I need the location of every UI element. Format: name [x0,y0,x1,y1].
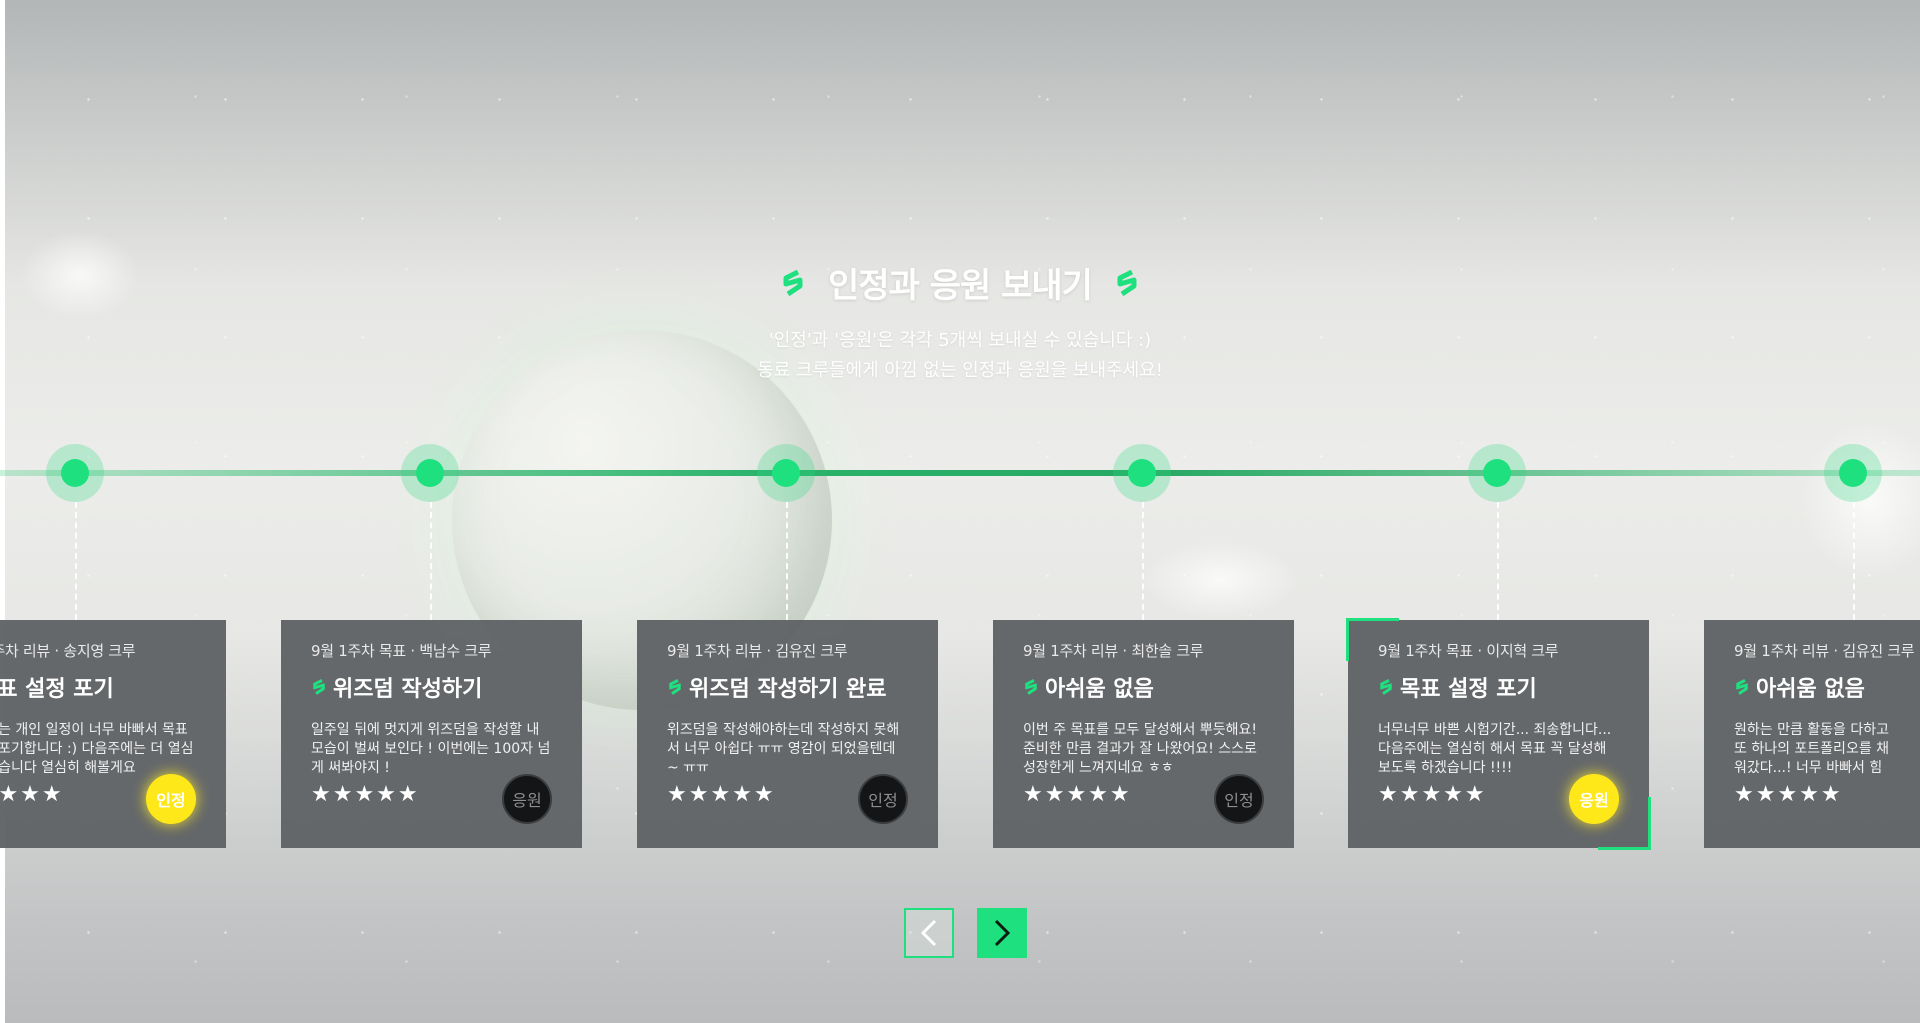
timeline-connector [1853,502,1855,620]
cloud-decoration [1140,540,1300,620]
section-title-row: 인정과 응원 보내기 [0,258,1920,307]
timeline-node [401,444,459,502]
card-meta: 9월 1주차 리뷰 · 최한솔 크루 [1023,642,1204,660]
next-button[interactable] [977,908,1027,958]
timeline-connector [75,502,77,620]
subtitle-line-1: '인정'과 '응원'은 각각 5개씩 보내실 수 있습니다 :) [768,330,1152,351]
timeline-node [46,444,104,502]
chevron-left-icon [920,919,937,947]
recognize-badge-button[interactable]: 인정 [858,774,908,824]
cheer-badge-button[interactable]: 응원 [502,774,552,824]
cheer-badge-button[interactable]: 응원 [1569,774,1619,824]
card-title-text: 목표 설정 포기 [0,677,114,702]
brand-logo-icon [783,269,803,296]
card-meta: 9월 1주차 목표 · 이지혁 크루 [1378,642,1559,660]
card-body: 일주일 뒤에 멋지게 위즈덤을 작성할 내 모습이 벌써 보인다 ! 이번에는 … [311,722,551,776]
brand-logo-icon [1025,679,1037,695]
brand-logo-icon [1117,269,1137,296]
timeline-node [1113,444,1171,502]
card-body: 이번 주 목표를 모두 달성해서 뿌듯해요! 준비한 만큼 결과가 잘 나왔어요… [1023,722,1257,776]
brand-logo-icon [1380,679,1392,695]
review-card[interactable]: 9월 1주차 리뷰 · 송지영 크루 목표 설정 포기 이번 주는 개인 일정이… [0,620,226,848]
card-body: 원하는 만큼 활동을 다하고 또 하나의 포트폴리오를 채워갔다...! 너무 … [1734,722,1890,776]
card-title-text: 위즈덤 작성하기 [333,677,483,702]
timeline-connector [1142,502,1144,620]
rating-stars: ★★★★★ [667,782,776,807]
starfield-background [0,0,1920,1023]
recognize-badge-button[interactable]: 인정 [1214,774,1264,824]
brand-logo-icon [1736,679,1748,695]
rating-stars: ★★★★★ [1378,782,1487,807]
card-body: 너무너무 바쁜 시험기간... 죄송합니다... 다음주에는 열심히 해서 목표… [1378,722,1612,776]
review-card[interactable]: 9월 1주차 리뷰 · 최한솔 크루 아쉬움 없음 이번 주 목표를 모두 달성… [993,620,1294,848]
card-body: 위즈덤을 작성해야하는데 작성하지 못해서 너무 아쉽다 ㅠㅠ 영감이 되었을텐… [667,722,900,776]
prev-button[interactable] [904,908,954,958]
card-title-text: 위즈덤 작성하기 완료 [689,677,887,702]
card-title: 목표 설정 포기 [0,671,196,703]
card-meta: 9월 1주차 리뷰 · 김유진 크루 [1734,642,1915,660]
card-title-text: 아쉬움 없음 [1756,677,1865,702]
timeline-connector [430,502,432,620]
chevron-right-icon [994,919,1011,947]
card-title-text: 목표 설정 포기 [1400,677,1537,702]
timeline-node [757,444,815,502]
card-title: 아쉬움 없음 [1734,671,1890,703]
page-title: 인정과 응원 보내기 [828,266,1093,306]
timeline-line [0,470,1920,476]
active-corner-top-left [1346,618,1399,661]
rating-stars: ★★★★★ [1734,782,1843,807]
timeline-connector [1497,502,1499,620]
review-card-active[interactable]: 9월 1주차 목표 · 이지혁 크루 목표 설정 포기 너무너무 바쁜 시험기간… [1346,618,1651,850]
card-body: 이번 주는 개인 일정이 너무 바빠서 목표 설정을 포기합니다 :) 다음주에… [0,722,194,776]
card-title-text: 아쉬움 없음 [1045,677,1154,702]
card-title: 목표 설정 포기 [1378,671,1619,703]
rating-stars: ★★★★★ [0,782,64,807]
timeline-node [1468,444,1526,502]
rating-stars: ★★★★★ [311,782,420,807]
card-title: 위즈덤 작성하기 [311,671,552,703]
card-title: 아쉬움 없음 [1023,671,1264,703]
review-card[interactable]: 9월 1주차 리뷰 · 김유진 크루 아쉬움 없음 원하는 만큼 활동을 다하고… [1704,620,1920,848]
card-meta: 9월 1주차 리뷰 · 김유진 크루 [667,642,848,660]
card-title: 위즈덤 작성하기 완료 [667,671,908,703]
subtitle-line-2: 동료 크루들에게 아낌 없는 인정과 응원을 보내주세요! [757,360,1163,381]
rating-stars: ★★★★★ [1023,782,1132,807]
timeline-node [1824,444,1882,502]
review-card[interactable]: 9월 1주차 목표 · 백남수 크루 위즈덤 작성하기 일주일 뒤에 멋지게 위… [281,620,582,848]
brand-logo-icon [313,679,325,695]
timeline-connector [786,502,788,620]
review-card[interactable]: 9월 1주차 리뷰 · 김유진 크루 위즈덤 작성하기 완료 위즈덤을 작성해야… [637,620,938,848]
brand-logo-icon [669,679,681,695]
card-meta: 9월 1주차 목표 · 백남수 크루 [311,642,492,660]
recognize-badge-button[interactable]: 인정 [146,774,196,824]
card-meta: 9월 1주차 리뷰 · 송지영 크루 [0,642,136,660]
